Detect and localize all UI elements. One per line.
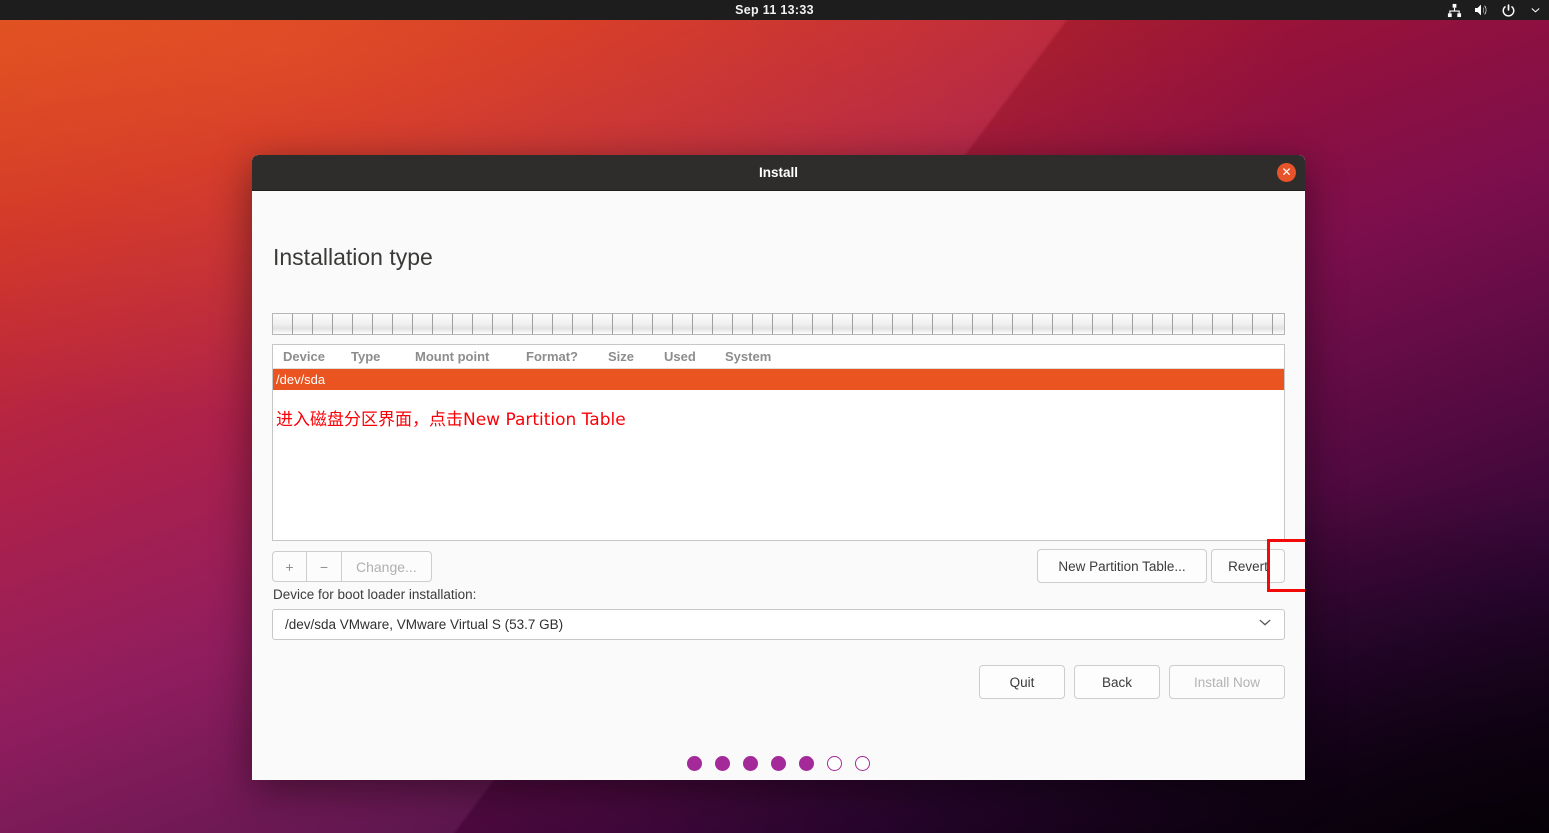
window-titlebar: Install ✕ xyxy=(252,155,1305,191)
system-tray xyxy=(1446,0,1543,20)
column-format: Format? xyxy=(526,349,578,364)
progress-dot-6 xyxy=(827,756,842,771)
bootloader-label: Device for boot loader installation: xyxy=(273,587,477,602)
bootloader-selected-value: /dev/sda VMware, VMware Virtual S (53.7 … xyxy=(285,617,564,632)
progress-dot-5 xyxy=(799,756,814,771)
annotation-label: 进入磁盘分区界面，点击New Partition Table xyxy=(276,410,626,430)
system-clock[interactable]: Sep 11 13:33 xyxy=(0,0,1549,20)
partition-table-header: Device Type Mount point Format? Size Use… xyxy=(273,345,1284,369)
progress-dot-7 xyxy=(855,756,870,771)
progress-dot-1 xyxy=(687,756,702,771)
chevron-down-icon[interactable] xyxy=(1527,2,1543,18)
window-title: Install xyxy=(758,165,798,180)
column-size: Size xyxy=(608,349,635,364)
change-partition-button[interactable]: Change... xyxy=(342,551,432,582)
install-now-button[interactable]: Install Now xyxy=(1169,665,1285,699)
table-row[interactable]: /dev/sda xyxy=(273,369,1284,390)
column-mount-point: Mount point xyxy=(415,349,490,364)
add-partition-button[interactable]: + xyxy=(272,551,307,582)
top-bar: Sep 11 13:33 xyxy=(0,0,1549,20)
power-icon[interactable] xyxy=(1500,2,1516,18)
page-title: Installation type xyxy=(273,244,433,270)
volume-icon[interactable] xyxy=(1473,2,1489,18)
progress-dot-3 xyxy=(743,756,758,771)
desktop: Sep 11 13:33 Install ✕ Installation type xyxy=(0,0,1549,833)
revert-button[interactable]: Revert xyxy=(1211,549,1285,583)
bootloader-device-select[interactable]: /dev/sda VMware, VMware Virtual S (53.7 … xyxy=(272,609,1285,640)
column-type: Type xyxy=(351,349,381,364)
column-used: Used xyxy=(664,349,696,364)
partition-list[interactable]: Device Type Mount point Format? Size Use… xyxy=(272,344,1285,541)
progress-dot-4 xyxy=(771,756,786,771)
install-window: Install ✕ Installation type Device Type … xyxy=(252,155,1305,780)
window-content: Installation type Device Type Mount poin… xyxy=(252,191,1305,780)
partition-action-buttons: New Partition Table... Revert xyxy=(1037,549,1285,583)
progress-indicator xyxy=(252,756,1305,771)
remove-partition-button[interactable]: − xyxy=(307,551,342,582)
new-partition-table-button[interactable]: New Partition Table... xyxy=(1037,549,1207,583)
quit-button[interactable]: Quit xyxy=(979,665,1065,699)
progress-dot-2 xyxy=(715,756,730,771)
partition-tool-buttons: + − Change... xyxy=(272,551,432,582)
back-button[interactable]: Back xyxy=(1074,665,1160,699)
close-icon[interactable]: ✕ xyxy=(1277,163,1296,182)
column-system: System xyxy=(725,349,772,364)
disk-usage-bar[interactable] xyxy=(272,313,1285,335)
disk-usage-ticks xyxy=(273,314,1284,334)
network-icon[interactable] xyxy=(1446,2,1462,18)
column-device: Device xyxy=(283,349,325,364)
footer-buttons: Quit Back Install Now xyxy=(979,665,1285,699)
chevron-down-icon xyxy=(1258,619,1272,631)
